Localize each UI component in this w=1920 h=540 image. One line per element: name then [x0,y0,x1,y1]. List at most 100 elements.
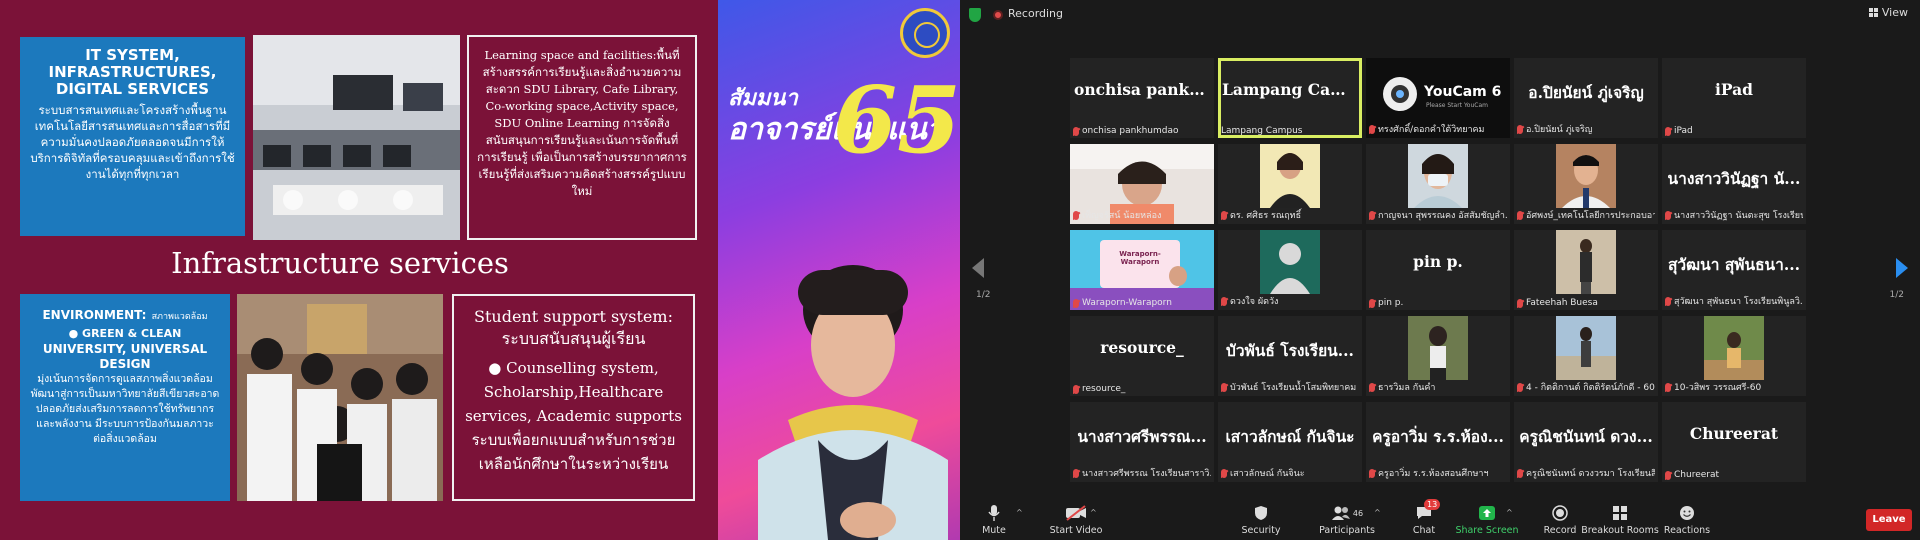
participant-name-large: ครูอาวิ่ม ร.ร.ห้อง... [1372,427,1504,446]
record-button[interactable]: Record [1540,503,1580,536]
participant-name-large: นางสาววินัฏฐา นั... [1667,169,1801,188]
participant-name-large: pin p. [1413,252,1463,271]
participant-tile[interactable]: YouCam 6 Please Start YouCam ทรงศักดิ์/ด… [1366,58,1510,138]
participant-tile[interactable]: สุวัฒนา สุพันธนา... สุวัฒนา สุพันธนา โรง… [1662,230,1806,310]
security-label: Security [1241,525,1281,536]
pager-right: 1/2 [1889,290,1904,300]
participant-tile[interactable]: pin p. pin p. [1366,230,1510,310]
participant-name: นางสาววินัฏฐา นันตะสุข โรงเรียน... [1674,211,1803,221]
participant-tile[interactable]: 10-วสิพร วรรณศรี-60 [1662,316,1806,396]
breakout-rooms-button[interactable]: Breakout Rooms [1580,503,1660,536]
participant-name: ดร. ศศิธร รณฤทธิ์ [1230,211,1302,221]
it-system-body: ระบบสารสนเทศและโครงสร้างพื้นฐานเทคโนโลยี… [30,103,235,181]
student-support-title: Student support system: ระบบสนับสนุนผู้เ… [474,307,673,348]
participant-tile[interactable]: เสาวลักษณ์ กันจินะ เสาวลักษณ์ กันจินะ [1218,402,1362,482]
participant-tile[interactable]: นางสาวศรีพรรณ... นางสาวศรีพรรณ โรงเรียนส… [1070,402,1214,482]
mic-muted-icon [1665,382,1671,392]
participant-video [1704,316,1764,380]
reactions-button[interactable]: Reactions [1662,503,1712,536]
participant-tile-active-speaker[interactable]: Lampang Campus Lampang Campus [1218,58,1362,138]
grid-view-icon [1868,8,1878,17]
participant-name: pin p. [1378,298,1404,308]
mic-muted-icon [1073,298,1079,308]
computer-lab-photo [253,35,460,240]
mic-muted-icon [1073,384,1079,394]
meeting-window: Recording View 1/2 1/2 onchisa pankhu...… [960,0,1920,540]
virtual-background-text: Waraporn-Waraporn [1119,250,1161,266]
participant-tile[interactable]: นางสาววินัฏฐา นั... นางสาววินัฏฐา นันตะส… [1662,144,1806,224]
promo-number: 65 [833,66,960,174]
participant-name-large: resource_ [1100,338,1184,357]
participant-tile[interactable]: ครูอาวิ่ม ร.ร.ห้อง... ครูอาวิ่ม ร.ร.ห้อง… [1366,402,1510,482]
share-options-caret[interactable]: ^ [1506,508,1513,517]
participant-name: Fateehah Buesa [1526,298,1598,308]
pager-left: 1/2 [976,290,991,300]
participant-tile[interactable]: iPad iPad [1662,58,1806,138]
participant-name-large: นางสาวศรีพรรณ... [1077,427,1207,446]
next-page-icon[interactable] [1896,258,1908,278]
participant-tile[interactable]: ดร. ศศิธร รณฤทธิ์ [1218,144,1362,224]
participant-tile[interactable]: ดวงใจ ผัดวัง [1218,230,1362,310]
participant-name: resource_ [1082,384,1126,394]
participants-count: 46 [1352,508,1364,518]
leave-button[interactable]: Leave [1866,509,1912,531]
participant-tile[interactable]: เพ็ญจรัสน์ น้อยหล่อง [1070,144,1214,224]
participant-tile[interactable]: บัวพันธ์ โรงเรียน... บัวพันธ์ โรงเรียนน้… [1218,316,1362,396]
seminar-promo: สัมมนา อาจารย์แนะแนว 65 [718,0,960,540]
record-label: Record [1543,525,1577,536]
mic-muted-icon [1221,468,1227,478]
participant-name-large: Lampang Campus [1222,80,1362,99]
mic-muted-icon [1369,124,1375,134]
environment-title: ENVIRONMENT: [42,308,147,322]
learning-space-box: Learning space and facilities:พื้นที่สร้… [467,35,697,240]
participant-name-large: ครูณิชนันทน์ ดวง... [1519,427,1653,446]
participant-name-large: onchisa pankhu... [1074,80,1214,99]
mute-label: Mute [982,525,1006,536]
mic-muted-icon [1517,124,1523,134]
participants-label: Participants [1319,525,1375,536]
it-system-box: IT SYSTEM, INFRASTRUCTURES, DIGITAL SERV… [20,37,245,236]
video-options-caret[interactable]: ^ [1090,508,1097,517]
view-button[interactable]: View [1868,6,1908,19]
start-video-button[interactable]: Start Video [1036,503,1116,536]
previous-page-icon[interactable] [972,258,984,278]
environment-box: ENVIRONMENT: สภาพแวดล้อม ● GREEN & CLEAN… [20,294,230,501]
share-screen-label: Share Screen [1455,525,1519,536]
participant-name-large: เสาวลักษณ์ กันจินะ [1225,427,1355,446]
participant-tile[interactable]: อ.ปิยนัยน์ ภู่เจริญ อ.ปิยนัยน์ ภู่เจริญ [1514,58,1658,138]
mute-options-caret[interactable]: ^ [1016,508,1023,517]
learning-space-text: Learning space and facilities:พื้นที่สร้… [477,48,687,198]
participant-tile[interactable]: onchisa pankhu... onchisa pankhumdao [1070,58,1214,138]
slide-title: Infrastructure services [171,246,509,280]
participant-tile[interactable]: resource_ resource_ [1070,316,1214,396]
participant-tile[interactable]: กาญจนา สุพรรณคง อัสสัมชัญลำ... [1366,144,1510,224]
participant-tile[interactable]: 4 - กิตติกานต์ กิตติรัตน์ภักดี - 60 [1514,316,1658,396]
mic-muted-icon [1665,296,1671,306]
participant-name: เสาวลักษณ์ กันจินะ [1230,469,1305,479]
shield-icon [1255,506,1267,520]
shared-screen: IT SYSTEM, INFRASTRUCTURES, DIGITAL SERV… [0,0,960,540]
participant-name: อัศพงษ์_เทคโนโลยีการประกอบอา... [1526,211,1655,221]
participants-button[interactable]: 46 Participants [1312,503,1382,536]
youcam-sub: Please Start YouCam [1426,102,1488,109]
mute-button[interactable]: Mute [974,503,1014,536]
view-label: View [1881,6,1908,19]
participant-tile[interactable]: Fateehah Buesa [1514,230,1658,310]
participant-video [1408,144,1468,208]
participant-name: กาญจนา สุพรรณคง อัสสัมชัญลำ... [1378,211,1507,221]
participant-tile[interactable]: อัศพงษ์_เทคโนโลยีการประกอบอา... [1514,144,1658,224]
participant-name: 4 - กิตติกานต์ กิตติรัตน์ภักดี - 60 [1526,383,1655,393]
mic-muted-icon [1221,382,1227,392]
recording-icon[interactable] [993,10,1003,20]
participants-options-caret[interactable]: ^ [1374,508,1381,517]
participant-tile[interactable]: ครูณิชนันทน์ ดวง... ครูณิชนันทน์ ดวงวรมา… [1514,402,1658,482]
participant-tile[interactable]: ธารวิมล กันคำ [1366,316,1510,396]
recording-label[interactable]: Recording [1008,7,1063,20]
mic-muted-icon [1369,210,1375,220]
shield-icon[interactable] [969,8,981,22]
participant-tile[interactable]: Chureerat Chureerat [1662,402,1806,482]
security-button[interactable]: Security [1236,503,1286,536]
participant-tile[interactable]: Waraporn-Waraporn Waraporn-Waraporn [1070,230,1214,310]
mic-muted-icon [1517,468,1523,478]
chat-button[interactable]: 13 Chat [1404,499,1444,536]
